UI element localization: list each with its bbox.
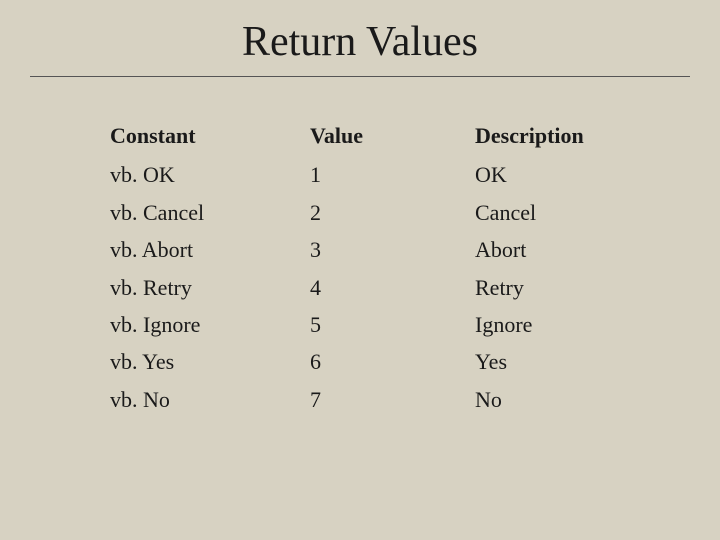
table-cell: Cancel [475, 194, 675, 231]
column-value: Value 1 2 3 4 5 6 7 [310, 117, 475, 418]
table-cell: vb. No [110, 381, 310, 418]
table-cell: Yes [475, 343, 675, 380]
table-cell: vb. Cancel [110, 194, 310, 231]
table-cell: 7 [310, 381, 475, 418]
table-cell: No [475, 381, 675, 418]
page-title: Return Values [0, 0, 720, 76]
table-cell: vb. Ignore [110, 306, 310, 343]
table-cell: Ignore [475, 306, 675, 343]
title-divider [30, 76, 690, 77]
header-description: Description [475, 117, 675, 154]
header-value: Value [310, 117, 475, 154]
table-cell: vb. Abort [110, 231, 310, 268]
header-constant: Constant [110, 117, 310, 154]
table-cell: 1 [310, 156, 475, 193]
table-cell: 2 [310, 194, 475, 231]
table-cell: 5 [310, 306, 475, 343]
table-cell: Abort [475, 231, 675, 268]
table-cell: vb. Retry [110, 269, 310, 306]
table-cell: OK [475, 156, 675, 193]
table-cell: 3 [310, 231, 475, 268]
return-values-table: Constant vb. OK vb. Cancel vb. Abort vb.… [0, 117, 720, 418]
table-cell: vb. OK [110, 156, 310, 193]
column-constant: Constant vb. OK vb. Cancel vb. Abort vb.… [110, 117, 310, 418]
column-description: Description OK Cancel Abort Retry Ignore… [475, 117, 675, 418]
table-cell: vb. Yes [110, 343, 310, 380]
table-cell: Retry [475, 269, 675, 306]
table-cell: 4 [310, 269, 475, 306]
table-cell: 6 [310, 343, 475, 380]
